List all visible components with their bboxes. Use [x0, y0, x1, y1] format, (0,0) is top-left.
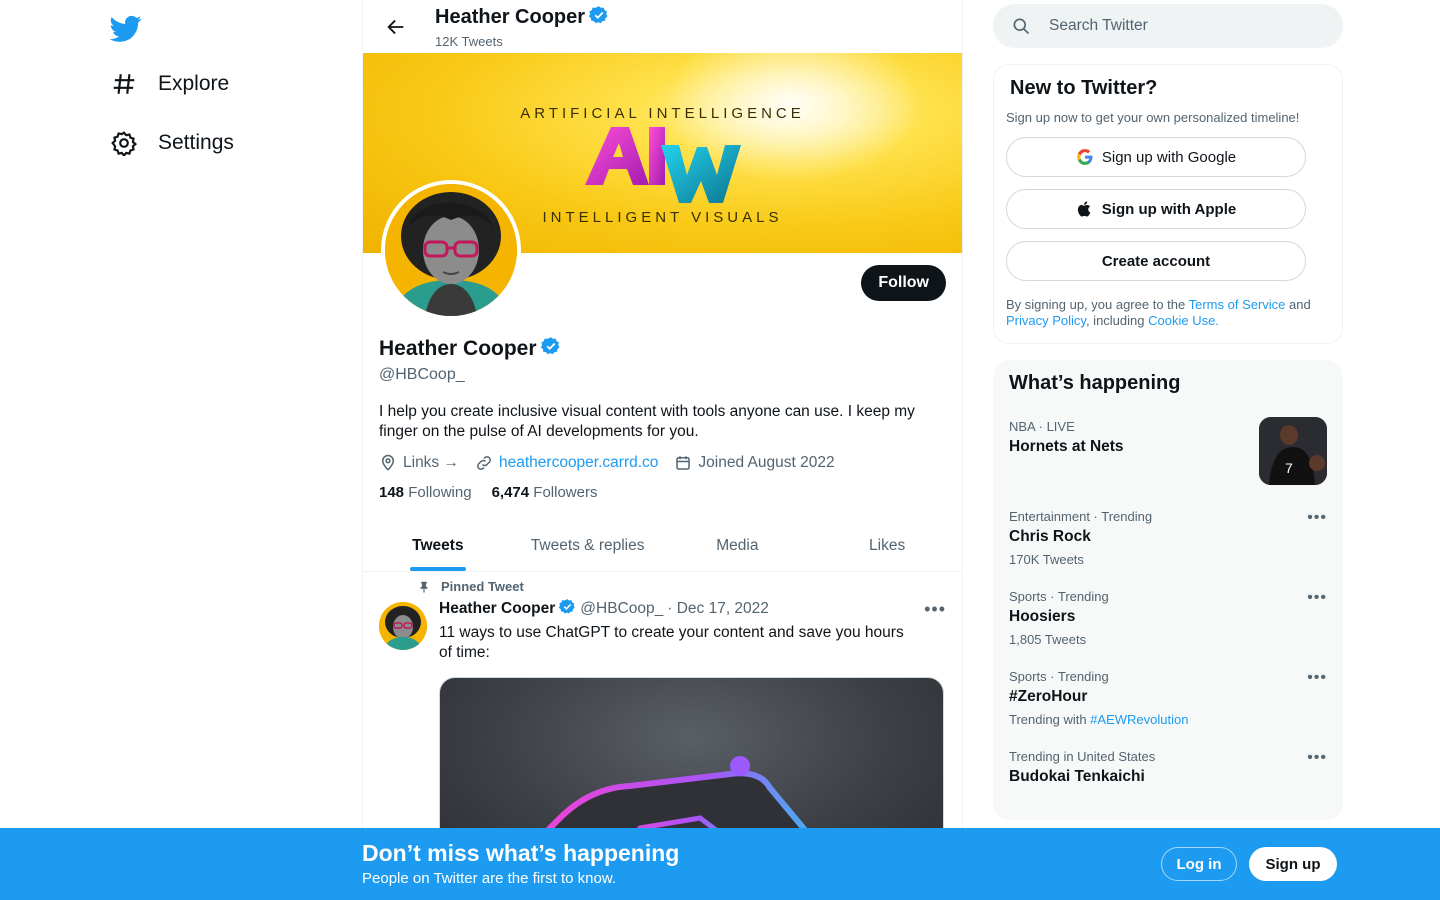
tweet-header: Heather Cooper @HBCoop_ · Dec 17, 2022 •…	[439, 598, 946, 620]
link-icon	[477, 456, 491, 470]
verified-badge-icon	[588, 5, 609, 31]
tab-tweets[interactable]: Tweets	[363, 520, 513, 571]
search-box[interactable]	[993, 4, 1343, 48]
login-button[interactable]: Log in	[1161, 847, 1237, 881]
tweet-avatar[interactable]	[379, 602, 427, 650]
tab-media[interactable]: Media	[663, 520, 813, 571]
cookie-link[interactable]: Cookie Use.	[1148, 313, 1219, 328]
hashtag-icon	[110, 70, 138, 98]
profile-header-bar: Heather Cooper 12K Tweets	[363, 0, 962, 53]
header-name: Heather Cooper	[435, 5, 609, 31]
tweet-author-handle: @HBCoop_	[580, 600, 664, 617]
profile-website[interactable]: heathercooper.carrd.co	[475, 454, 658, 472]
tweet-date[interactable]: · Dec 17, 2022	[667, 600, 769, 618]
bottom-heading: Don’t miss what’s happening	[362, 840, 680, 866]
pinned-label: Pinned Tweet	[417, 579, 946, 594]
profile-column: Heather Cooper 12K Tweets ARTIFICIAL INT…	[362, 0, 963, 900]
nav-settings-label: Settings	[158, 131, 234, 154]
profile-info: Heather Cooper @HBCoop_ I help you creat…	[379, 336, 946, 501]
apple-icon	[1077, 201, 1091, 217]
more-options-icon[interactable]: •••	[1307, 509, 1327, 527]
create-account-button[interactable]: Create account	[1006, 241, 1306, 281]
more-options-icon[interactable]: •••	[924, 599, 946, 620]
twitter-logo-icon[interactable]	[109, 12, 142, 44]
banner-logo	[585, 127, 741, 203]
more-options-icon[interactable]: •••	[1307, 669, 1327, 687]
header-tweet-count: 12K Tweets	[435, 33, 503, 49]
profile-name-text: Heather Cooper	[379, 337, 537, 360]
more-options-icon[interactable]: •••	[1307, 749, 1327, 767]
trend-item[interactable]: Trending in United States Budokai Tenkai…	[1009, 749, 1327, 786]
avatar-image	[385, 184, 517, 316]
signup-card-title: New to Twitter?	[1010, 77, 1158, 99]
privacy-link[interactable]: Privacy Policy	[1006, 313, 1086, 328]
search-input[interactable]	[1049, 17, 1309, 35]
location-pin-icon	[381, 454, 395, 471]
banner-line1: ARTIFICIAL INTELLIGENCE	[520, 105, 805, 122]
signup-banner: Don’t miss what’s happening People on Tw…	[0, 828, 1440, 900]
followers-link[interactable]: 6,474 Followers	[492, 484, 598, 501]
header-name-text: Heather Cooper	[435, 6, 586, 28]
bottom-subtext: People on Twitter are the first to know.	[362, 870, 617, 887]
profile-bio: I help you create inclusive visual conte…	[379, 403, 915, 440]
joined-date: Joined August 2022	[698, 454, 835, 471]
trend-hashtag-link[interactable]: #AEWRevolution	[1090, 712, 1188, 727]
signup-terms: By signing up, you agree to the Terms of…	[1006, 297, 1311, 328]
tweet-text: 11 ways to use ChatGPT to create your co…	[439, 624, 904, 661]
left-nav: Explore Settings	[0, 0, 362, 900]
calendar-icon	[676, 456, 691, 470]
profile-avatar[interactable]	[381, 180, 521, 320]
happening-title: What’s happening	[1009, 372, 1181, 394]
trend-item[interactable]: NBA · LIVE Hornets at Nets 7	[1009, 417, 1327, 487]
gear-icon	[110, 129, 138, 157]
signup-card-subtitle: Sign up now to get your own personalized…	[1006, 110, 1300, 125]
svg-text:7: 7	[1285, 460, 1293, 476]
trend-thumbnail: 7	[1259, 417, 1327, 485]
trend-item[interactable]: Sports · Trending #ZeroHour Trending wit…	[1009, 669, 1327, 727]
website-link[interactable]: heathercooper.carrd.co	[499, 454, 658, 472]
nav-explore[interactable]: Explore	[110, 70, 229, 98]
profile-links[interactable]: Links →	[379, 454, 459, 472]
verified-badge-icon	[540, 336, 561, 362]
signup-button[interactable]: Sign up	[1249, 847, 1337, 881]
back-arrow-icon[interactable]	[379, 10, 413, 44]
search-icon	[1013, 18, 1030, 35]
signup-apple-button[interactable]: Sign up with Apple	[1006, 189, 1306, 229]
nav-settings[interactable]: Settings	[110, 129, 234, 157]
profile-tabs: Tweets Tweets & replies Media Likes	[363, 520, 962, 572]
profile-joined: Joined August 2022	[674, 454, 835, 472]
signup-card: New to Twitter? Sign up now to get your …	[993, 64, 1343, 344]
profile-handle: @HBCoop_	[379, 366, 465, 383]
google-icon	[1076, 149, 1093, 165]
whats-happening: What’s happening NBA · LIVE Hornets at N…	[993, 360, 1343, 820]
tab-likes[interactable]: Likes	[812, 520, 962, 571]
profile-meta: Links → heathercooper.carrd.co Joined Au…	[379, 454, 946, 472]
following-link[interactable]: 148 Following	[379, 484, 472, 501]
follow-button[interactable]: Follow	[861, 265, 946, 301]
verified-badge-icon	[559, 598, 576, 620]
trend-item[interactable]: Sports · Trending Hoosiers 1,805 Tweets …	[1009, 589, 1327, 647]
right-sidebar: New to Twitter? Sign up now to get your …	[993, 0, 1343, 820]
trend-item[interactable]: Entertainment · Trending Chris Rock 170K…	[1009, 509, 1327, 567]
profile-name: Heather Cooper	[379, 336, 946, 362]
links-label: Links →	[403, 454, 459, 471]
follow-counts: 148 Following 6,474 Followers	[379, 484, 946, 501]
signup-google-button[interactable]: Sign up with Google	[1006, 137, 1306, 177]
terms-link[interactable]: Terms of Service	[1189, 297, 1286, 312]
nav-explore-label: Explore	[158, 72, 230, 95]
tab-tweets-replies[interactable]: Tweets & replies	[513, 520, 663, 571]
pin-icon	[420, 581, 428, 593]
more-options-icon[interactable]: •••	[1307, 589, 1327, 607]
tweet-author-name[interactable]: Heather Cooper	[439, 600, 555, 618]
